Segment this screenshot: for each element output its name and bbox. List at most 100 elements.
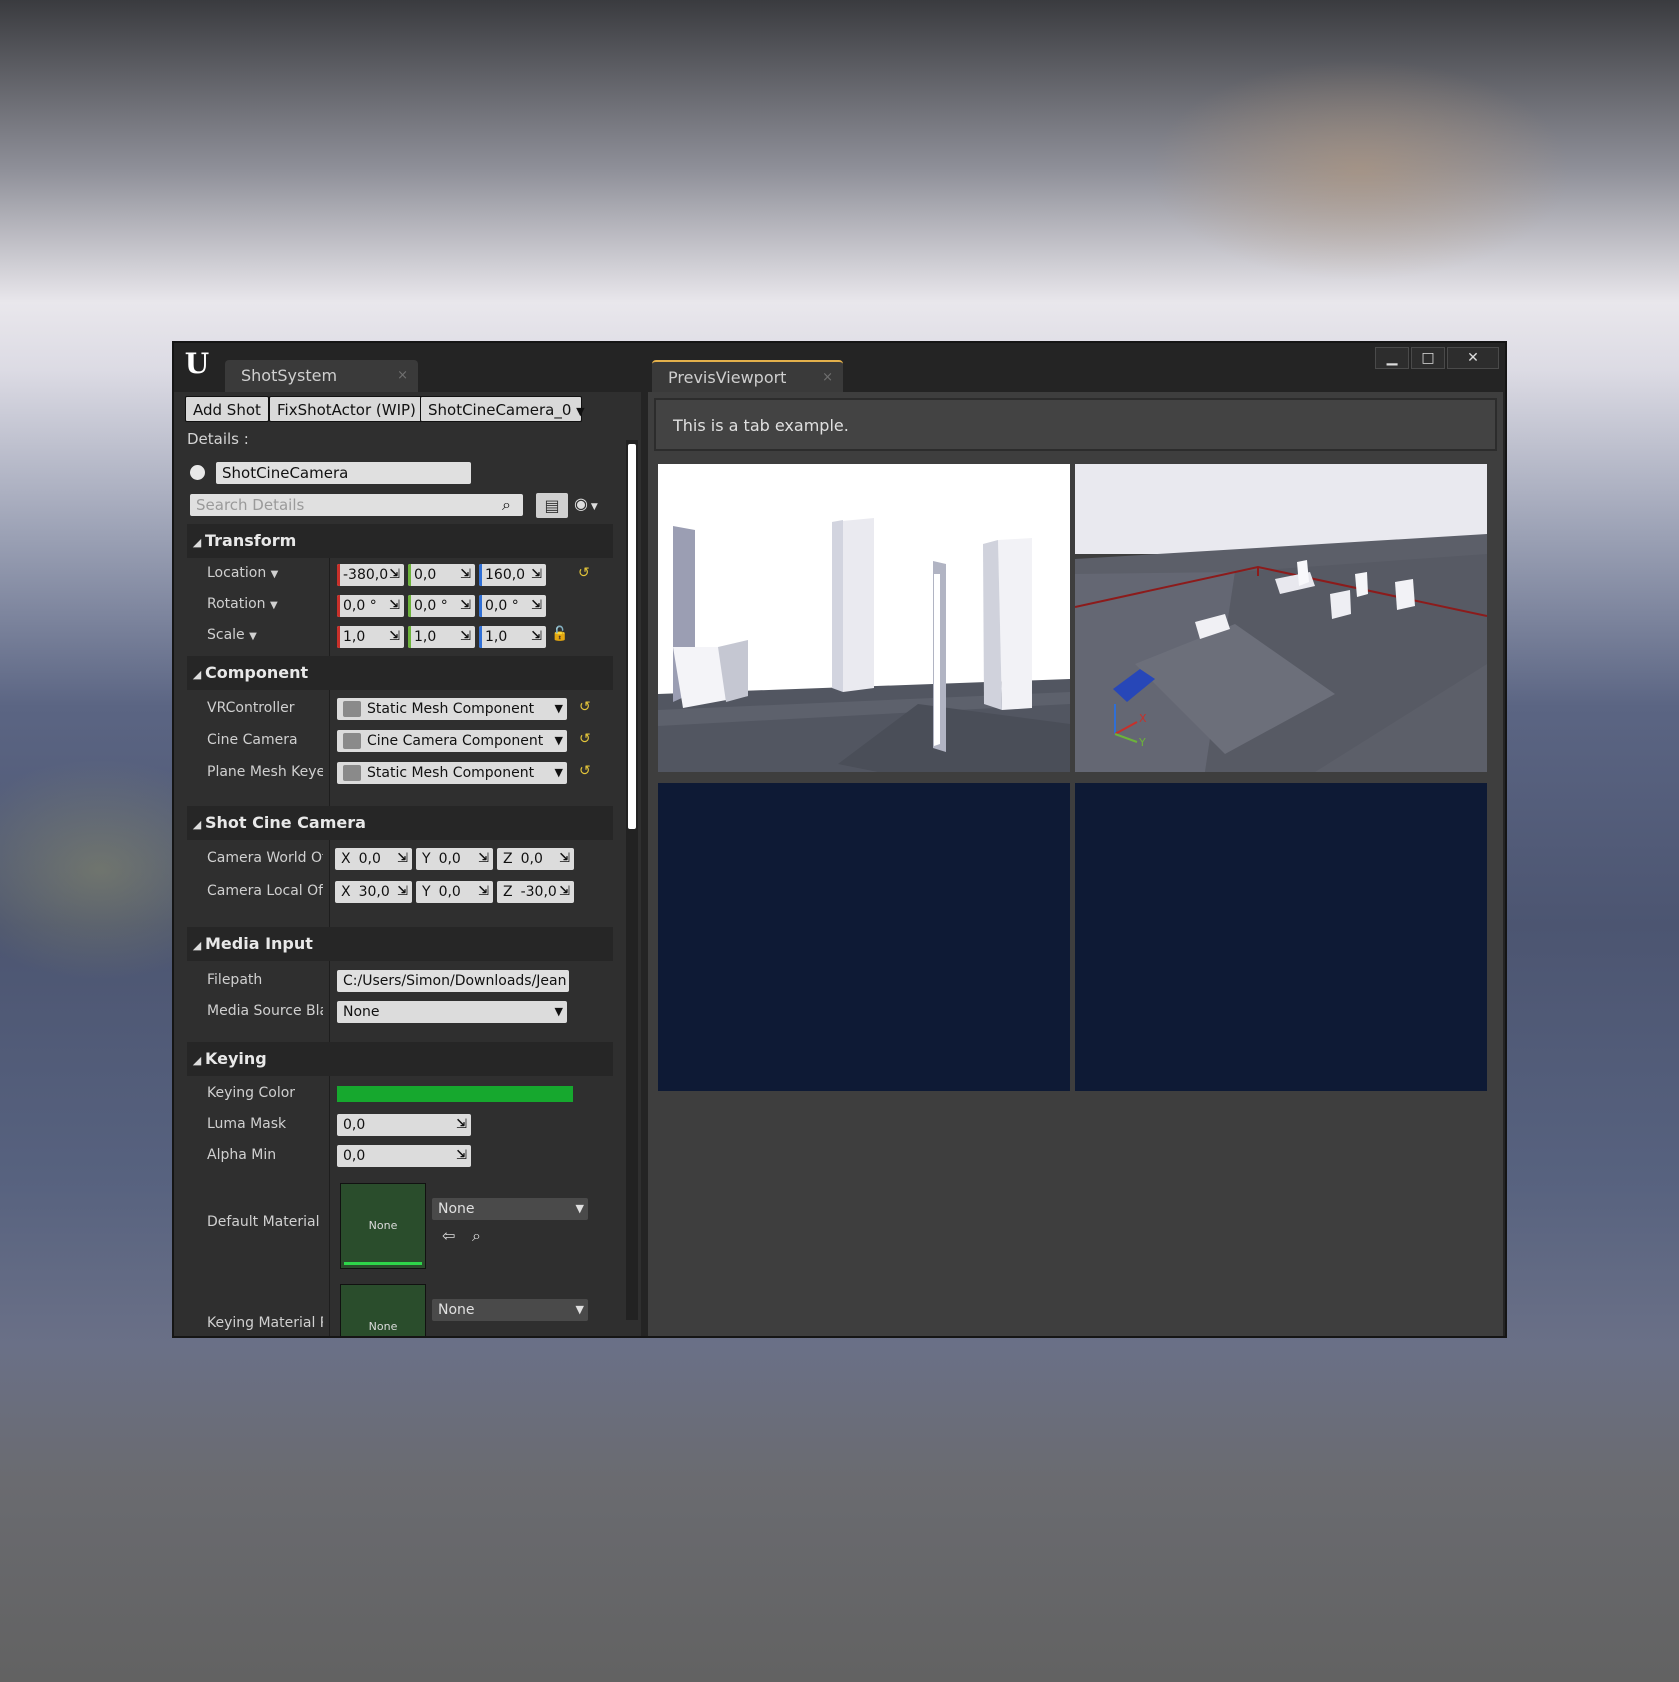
browse-search-icon[interactable]: ⌕ [472,1226,481,1246]
drag-icon: ⇲ [460,567,471,582]
local-offset-z-value: -30,0 [520,884,557,900]
component-row-label[interactable]: ▷Cine Camera [207,732,323,748]
location-label-text: Location [207,565,267,581]
luma-mask-value: 0,0 [343,1117,366,1133]
keying-material-dropdown[interactable]: None ▼ [432,1299,588,1321]
component-dropdown[interactable]: Cine Camera Component ▼ [337,730,567,752]
location-y[interactable]: 0,0 ⇲ [408,564,475,586]
rotation-x[interactable]: 0,0 ° ⇲ [337,595,404,617]
camera-world-offset-label[interactable]: ▷Camera World Offs [207,850,323,866]
rotation-x-value: 0,0 ° [343,598,377,614]
scrollbar[interactable] [626,440,638,1320]
local-offset-y[interactable]: Y 0,0 ⇲ [416,881,493,903]
alpha-min-input[interactable]: 0,0 ⇲ [337,1145,471,1167]
scale-x[interactable]: 1,0 ⇲ [337,626,404,648]
collapse-icon: ◢ [192,1054,202,1067]
camera-local-offset-label[interactable]: ▷Camera Local Offs [207,883,323,899]
section-media-input[interactable]: ◢ Media Input [187,927,613,961]
scale-y-value: 1,0 [414,629,437,645]
component-label-text: VRController [207,700,295,716]
drag-icon: ⇲ [460,598,471,613]
viewport-top-right[interactable]: X Y [1075,464,1487,772]
drag-icon: ⇲ [478,884,489,899]
use-selected-arrow-icon[interactable]: ⇦ [442,1226,455,1245]
axis-y-marker [408,626,411,648]
maximize-button[interactable]: □ [1411,347,1445,369]
keying-color-swatch[interactable] [337,1086,573,1102]
actor-name-field[interactable]: ShotCineCamera [216,462,471,484]
fix-shot-actor-button[interactable]: FixShotActor (WIP) [269,396,424,422]
keying-material-thumbnail[interactable]: None [340,1284,426,1336]
reset-arrow-icon[interactable]: ↺ [579,763,591,779]
editor-window: U ShotSystem × PrevisViewport × ▁ □ ✕ Ad… [172,341,1507,1338]
thumbnail-underline [344,1262,422,1265]
minimize-button[interactable]: ▁ [1375,347,1409,369]
scale-y[interactable]: 1,0 ⇲ [408,626,475,648]
default-material-thumbnail[interactable]: None [340,1183,426,1269]
axis-label: Z [503,851,513,867]
unreal-logo: U [184,347,210,380]
chevron-down-icon: ▼ [249,631,257,642]
axis-label: X [341,884,351,900]
local-offset-x-value: 30,0 [358,884,390,900]
scale-z[interactable]: 1,0 ⇲ [479,626,546,648]
viewport-top-left[interactable] [658,464,1070,772]
keying-color-label[interactable]: ▷Keying Color [207,1085,323,1101]
rotation-y[interactable]: 0,0 ° ⇲ [408,595,475,617]
search-icon[interactable]: ⌕ [502,495,511,515]
world-offset-z[interactable]: Z 0,0 ⇲ [497,848,574,870]
world-offset-x[interactable]: X 0,0 ⇲ [335,848,412,870]
lock-icon[interactable]: 🔓 [551,626,568,642]
tab-previsviewport[interactable]: PrevisViewport × [652,360,843,392]
add-shot-button[interactable]: Add Shot [185,396,269,422]
viewport-bottom-right[interactable] [1075,783,1487,1091]
default-material-dropdown[interactable]: None ▼ [432,1198,588,1220]
local-offset-z[interactable]: Z -30,0 ⇲ [497,881,574,903]
close-button[interactable]: ✕ [1447,347,1499,369]
view-options-button[interactable]: ▤ [536,493,568,518]
search-input[interactable]: Search Details [190,494,523,516]
component-label-text: Cine Camera [207,732,298,748]
location-z[interactable]: 160,0 ⇲ [479,564,546,586]
luma-mask-input[interactable]: 0,0 ⇲ [337,1114,471,1136]
axis-z-marker [479,595,482,617]
location-x[interactable]: -380,0 ⇲ [337,564,404,586]
component-row-label[interactable]: ▷Plane Mesh Keyer [207,764,323,780]
reset-arrow-icon[interactable]: ↺ [579,699,591,715]
reset-arrow-icon[interactable]: ↺ [578,565,590,581]
axis-label: Y [422,884,431,900]
media-source-dropdown[interactable]: None ▼ [337,1001,567,1023]
section-transform[interactable]: ◢ Transform [187,524,613,558]
axis-x-marker [337,626,340,648]
section-keying[interactable]: ◢ Keying [187,1042,613,1076]
filepath-input[interactable]: C:/Users/Simon/Downloads/Jean [337,970,569,992]
rotation-label[interactable]: Rotation ▼ [207,596,323,612]
world-offset-z-value: 0,0 [520,851,543,867]
media-source-label: Media Source Blac [207,1003,323,1019]
eye-icon[interactable]: ◉ ▼ [574,494,598,513]
camera-select-dropdown[interactable]: ShotCineCamera_0 ▼ [420,396,585,422]
component-dropdown[interactable]: Static Mesh Component ▼ [337,698,567,720]
scale-label[interactable]: Scale ▼ [207,627,323,643]
local-offset-x[interactable]: X 30,0 ⇲ [335,881,412,903]
axis-label: X [341,851,351,867]
rotation-z[interactable]: 0,0 ° ⇲ [479,595,546,617]
drag-icon: ⇲ [456,1148,467,1163]
reset-arrow-icon[interactable]: ↺ [579,731,591,747]
chevron-down-icon: ▼ [576,405,585,418]
scrollbar-thumb[interactable] [628,444,636,829]
viewport-bottom-left[interactable] [658,783,1070,1091]
component-row-label[interactable]: ▷VRController [207,700,323,716]
keying-material-label: Keying Material Pr [207,1315,323,1331]
component-dropdown[interactable]: Static Mesh Component ▼ [337,762,567,784]
alpha-min-label: Alpha Min [207,1147,277,1163]
section-shot-cine-camera[interactable]: ◢ Shot Cine Camera [187,806,613,840]
world-offset-y[interactable]: Y 0,0 ⇲ [416,848,493,870]
close-icon[interactable]: × [822,362,833,394]
camera-world-offset-text: Camera World Offs [207,850,323,866]
close-icon[interactable]: × [397,360,408,392]
section-component[interactable]: ◢ Component [187,656,613,690]
location-label[interactable]: Location ▼ [207,565,323,581]
tab-shotsystem[interactable]: ShotSystem × [225,360,418,392]
chevron-down-icon: ▼ [270,600,278,611]
